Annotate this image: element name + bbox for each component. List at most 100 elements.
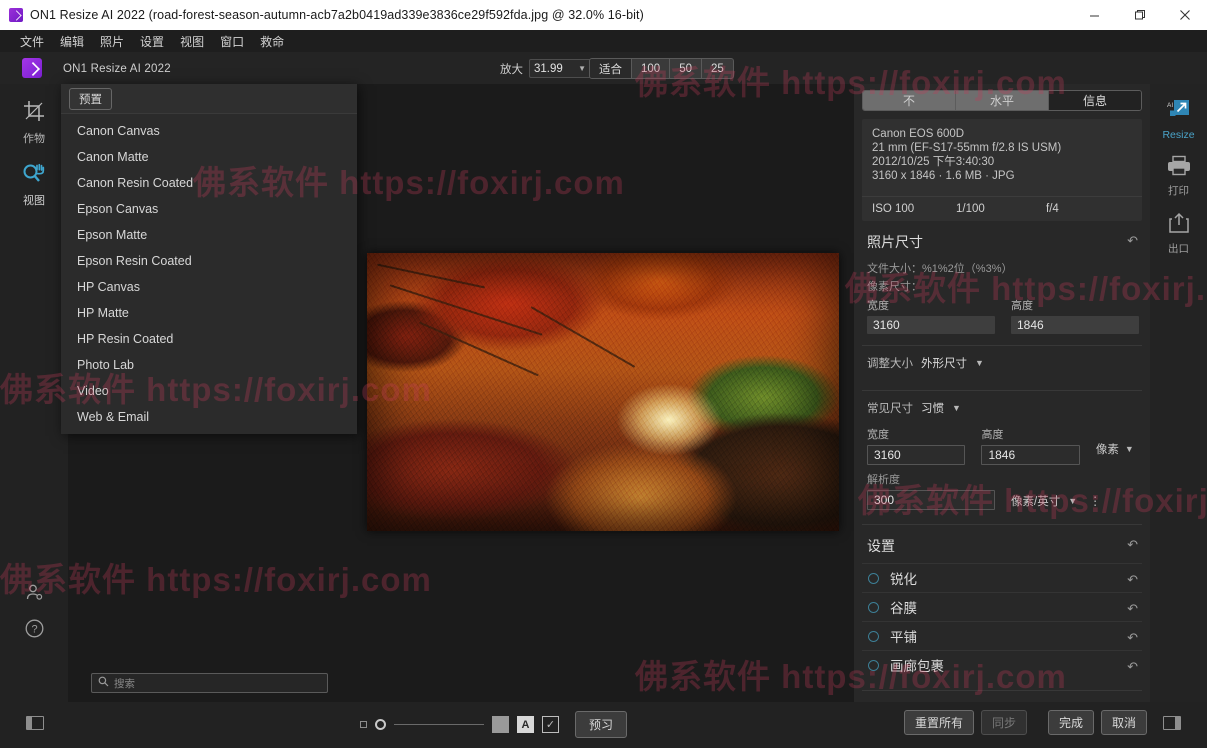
zoom-select[interactable]: 31.99 ▼ (529, 59, 591, 78)
radio-icon[interactable] (868, 601, 879, 613)
pixel-dims-row: 宽度 3160 高度 1846 (862, 295, 1142, 334)
sidebar-item-crop[interactable]: 作物 (0, 84, 68, 146)
setting-label: 锐化 (890, 572, 917, 587)
fit-button[interactable]: 适合 (590, 59, 632, 78)
resize-mode-label: 调整大小 (867, 358, 913, 370)
preview-button[interactable]: 预习 (575, 711, 628, 738)
menu-photo[interactable]: 照片 (92, 31, 132, 52)
setting-row-sharpen[interactable]: 锐化 ↶ (862, 563, 1142, 592)
list-item[interactable]: Video (61, 378, 357, 404)
list-item[interactable]: Canon Resin Coated (61, 170, 357, 196)
radio-icon[interactable] (868, 659, 879, 671)
output-dims-row: 宽度 3160 高度 1846 像素 ▼ (862, 424, 1142, 465)
output-height-input[interactable]: 1846 (981, 445, 1080, 465)
minimize-button[interactable] (1072, 0, 1117, 30)
close-button[interactable] (1162, 0, 1207, 30)
tab-level[interactable]: 水平 (956, 91, 1049, 110)
cancel-button[interactable]: 取消 (1100, 710, 1147, 735)
menu-bar: 文件 编辑 照片 设置 视图 窗口 救命 (0, 30, 1207, 52)
chevron-down-icon: ▼ (1068, 496, 1078, 506)
thumbnail-size-slider[interactable]: A ✓ 预习 (360, 711, 628, 738)
list-item[interactable]: HP Canvas (61, 274, 357, 300)
printer-icon (1167, 155, 1191, 181)
preset-button[interactable]: 预置 (69, 87, 112, 110)
sidebar-item-view[interactable]: 视图 (0, 146, 68, 208)
list-item[interactable]: Photo Lab (61, 352, 357, 378)
zoom-50-button[interactable]: 50 (670, 59, 702, 78)
slider-track[interactable] (394, 724, 484, 725)
resize-mode-picker[interactable]: 调整大小 外形尺寸 ▼ (862, 346, 1142, 379)
output-width-input[interactable]: 3160 (867, 445, 966, 465)
maximize-button[interactable] (1117, 0, 1162, 30)
resolution-unit-picker[interactable]: 像素/英寸 ▼ ⋮ (1011, 490, 1131, 510)
search-placeholder: 搜索 (114, 677, 135, 690)
check-overlay-icon[interactable]: ✓ (542, 716, 559, 733)
list-item[interactable]: Canon Canvas (61, 118, 357, 144)
module-print[interactable]: 打印 (1150, 141, 1207, 198)
tool-rail-bottom: ? (0, 574, 68, 646)
zoom-control-group: 放大 31.99 ▼ (500, 59, 591, 78)
menu-window[interactable]: 窗口 (212, 31, 252, 52)
radio-icon[interactable] (868, 630, 879, 642)
on1-logo-icon (9, 8, 23, 22)
module-export[interactable]: 出口 (1150, 198, 1207, 256)
tab-none[interactable]: 不 (863, 91, 956, 110)
reset-icon[interactable]: ↶ (1127, 630, 1138, 646)
svg-text:?: ? (31, 623, 37, 635)
module-resize-label: Resize (1162, 129, 1195, 141)
setting-row-gallery-wrap[interactable]: 画廊包裹 ↶ (862, 650, 1142, 679)
reset-icon[interactable]: ↶ (1127, 659, 1138, 675)
help-icon[interactable]: ? (0, 610, 68, 646)
menu-file[interactable]: 文件 (12, 31, 52, 52)
resolution-input[interactable]: 300 (867, 490, 995, 510)
list-item[interactable]: Epson Matte (61, 222, 357, 248)
output-width-label: 宽度 (867, 429, 889, 441)
user-icon[interactable] (0, 574, 68, 610)
setting-label: 平铺 (890, 630, 917, 645)
menu-edit[interactable]: 编辑 (52, 31, 92, 52)
done-button[interactable]: 完成 (1047, 710, 1094, 735)
text-overlay-icon[interactable]: A (517, 716, 534, 733)
soft-proof-icon[interactable] (492, 716, 509, 733)
pixel-width-value: 3160 (867, 316, 995, 334)
reset-icon[interactable]: ↶ (1127, 537, 1138, 553)
reset-icon[interactable]: ↶ (1127, 572, 1138, 588)
search-input[interactable]: 搜索 (91, 673, 328, 693)
common-size-picker[interactable]: 常见尺寸 习惯 ▼ (862, 391, 1142, 424)
resolution-field: 300 (867, 490, 995, 510)
file-size-label: 文件大小：%1%2位（%3%） (867, 263, 1013, 275)
list-item[interactable]: Web & Email (61, 404, 357, 430)
bottom-action-buttons: 重置所有 同步 完成 取消 (903, 710, 1147, 735)
list-item[interactable]: Canon Matte (61, 144, 357, 170)
list-item[interactable]: HP Resin Coated (61, 326, 357, 352)
left-panel-toggle-icon[interactable] (26, 716, 44, 730)
crop-icon (23, 100, 45, 127)
right-panel-toggle-icon[interactable] (1163, 716, 1181, 730)
radio-icon[interactable] (868, 572, 879, 584)
list-item[interactable]: Epson Canvas (61, 196, 357, 222)
reset-icon[interactable]: ↶ (1127, 601, 1138, 617)
photo-preview (367, 253, 839, 531)
reset-icon[interactable]: ↶ (1127, 233, 1138, 249)
zoom-25-button[interactable]: 25 (702, 59, 733, 78)
menu-settings[interactable]: 设置 (132, 31, 172, 52)
setting-row-film-grain[interactable]: 谷膜 ↶ (862, 592, 1142, 621)
list-item[interactable]: Epson Resin Coated (61, 248, 357, 274)
title-bar: ON1 Resize AI 2022 (road-forest-season-a… (0, 0, 1207, 30)
setting-row-tile[interactable]: 平铺 ↶ (862, 621, 1142, 650)
resolution-label: 解析度 (867, 474, 900, 486)
photo-size-title: 照片尺寸 ↶ (862, 221, 1142, 259)
kebab-menu-icon[interactable]: ⋮ (1089, 494, 1102, 508)
unit-picker[interactable]: 像素 ▼ (1096, 426, 1142, 465)
module-resize[interactable]: AI Resize (1150, 84, 1207, 141)
module-print-label: 打印 (1168, 185, 1189, 197)
list-item[interactable]: HP Matte (61, 300, 357, 326)
tab-info[interactable]: 信息 (1049, 91, 1141, 110)
reset-all-button[interactable]: 重置所有 (903, 710, 974, 735)
zoom-100-button[interactable]: 100 (632, 59, 671, 78)
pan-zoom-icon (22, 162, 46, 189)
slider-handle[interactable] (375, 719, 386, 730)
menu-view[interactable]: 视图 (172, 31, 212, 52)
preset-panel-header: 预置 (61, 84, 357, 114)
menu-help[interactable]: 救命 (252, 31, 292, 52)
